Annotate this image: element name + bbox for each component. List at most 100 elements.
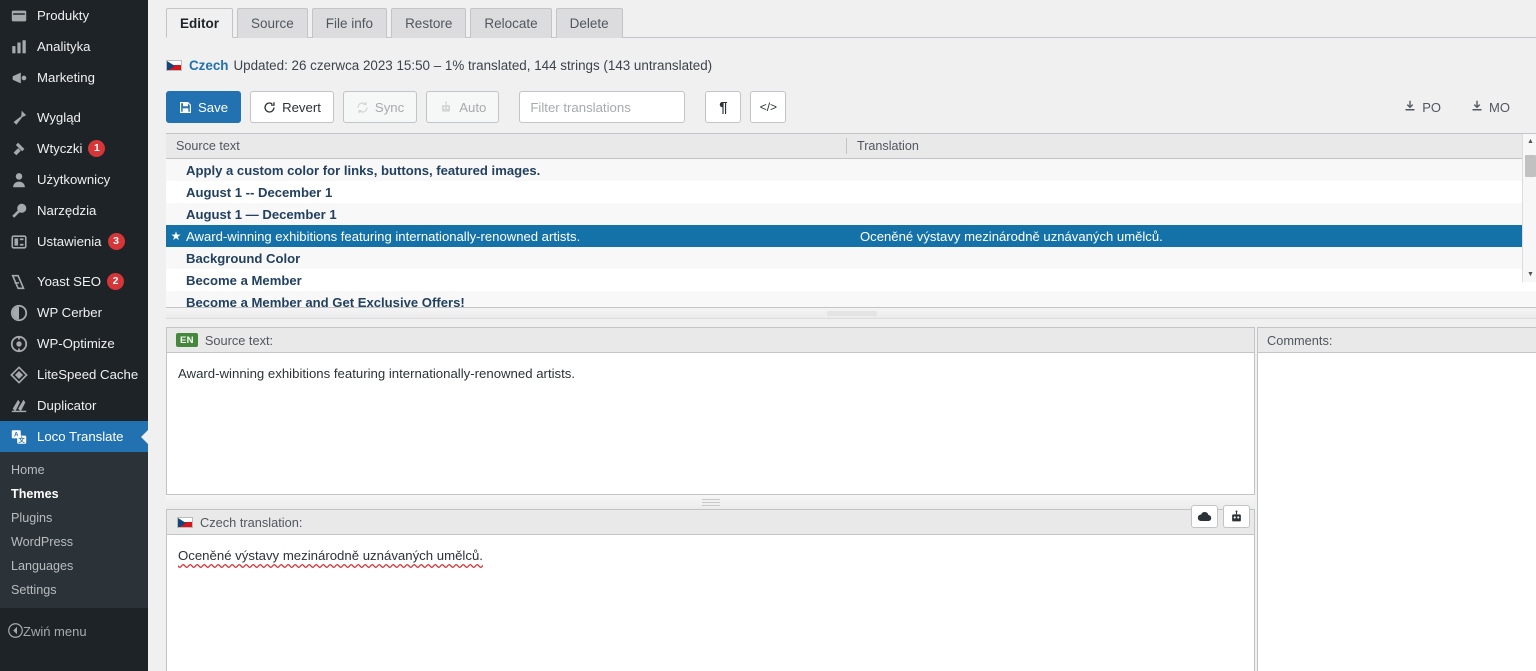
active-menu-arrow-icon [141,428,148,445]
robot-icon[interactable] [1223,505,1250,528]
revert-button[interactable]: Revert [250,91,334,123]
table-row[interactable]: Become a Member [166,269,1536,291]
sidebar-item-ustawienia[interactable]: Ustawienia 3 [0,226,148,257]
translation-panel-actions [1191,505,1250,528]
collapse-menu-button[interactable]: Zwiń menu [0,616,148,647]
revert-icon [263,101,276,114]
row-source-text: Apply a custom color for links, buttons,… [186,162,541,178]
auto-translate-button[interactable]: Auto [426,91,500,123]
loco-translate-submenu: Home Themes Plugins WordPress Languages Setti… [0,452,148,608]
panel-resize-handle[interactable] [166,495,1255,509]
row-source-text: August 1 -- December 1 [186,184,333,200]
tab-restore[interactable]: Restore [391,8,467,38]
language-link[interactable]: Czech [189,58,228,73]
sidebar-item-narz-dzia[interactable]: Narzędzia [0,195,148,226]
save-button[interactable]: Save [166,91,242,123]
resize-grip-icon [701,499,720,506]
sidebar-item-wp-optimize[interactable]: WP-Optimize [0,328,148,359]
tab-editor[interactable]: Editor [166,8,233,38]
table-row[interactable]: Background Color [166,247,1536,269]
table-row[interactable]: August 1 — December 1 [166,203,1536,225]
submenu-item-themes[interactable]: Themes [0,482,148,506]
tab-file-info[interactable]: File info [311,8,388,38]
tab-source[interactable]: Source [237,8,308,38]
sidebar-item-label: Wtyczki [37,141,83,156]
sidebar-item-produkty[interactable]: Produkty [0,0,148,31]
scrollbar-thumb[interactable] [1525,155,1536,177]
sidebar-item-label: Marketing [37,70,95,85]
sidebar-item-badge: 2 [107,273,125,290]
tab-relocate[interactable]: Relocate [470,8,552,38]
save-label: Save [198,99,229,115]
sync-label: Sync [374,99,405,115]
menu-separator [0,93,148,102]
table-row[interactable]: Become a Member and Get Exclusive Offers… [166,291,1536,307]
robot-icon [439,100,453,114]
translation-text-editor[interactable]: Oceněné výstavy mezinárodně uznávaných u… [166,534,1255,671]
scroll-up-icon[interactable]: ▲ [1523,134,1536,149]
sidebar-item-wtyczki[interactable]: Wtyczki 1 [0,133,148,164]
collapse-arrow-icon [8,622,23,641]
row-source-text: Become a Member and Get Exclusive Offers… [186,294,465,308]
submenu-item-plugins[interactable]: Plugins [0,506,148,530]
source-panel-title: Source text: [204,332,274,348]
sidebar-item-yoast-seo[interactable]: Yoast SEO 2 [0,266,148,297]
submenu-item-settings[interactable]: Settings [0,578,148,602]
table-row[interactable]: Apply a custom color for links, buttons,… [166,159,1536,181]
czech-flag-icon [166,59,182,71]
collapse-menu-label: Zwiń menu [23,624,87,639]
translation-panel: Czech translation: Oceněné výstavy mezin… [166,505,1255,671]
tab-delete[interactable]: Delete [555,8,623,38]
sidebar-item-badge: 1 [88,140,106,157]
row-source-text: Become a Member [186,272,302,288]
sidebar-item-litespeed-cache[interactable]: LiteSpeed Cache [0,359,148,390]
sidebar-item-label: Narzędzia [37,203,97,218]
row-translation-text: Oceněné výstavy mezinárodně uznávaných u… [860,228,1163,244]
comments-content[interactable] [1257,352,1536,671]
list-resize-handle[interactable] [166,308,1536,319]
star-icon[interactable]: ★ [166,230,186,242]
submenu-item-home[interactable]: Home [0,458,148,482]
download-group: PO MO [1374,100,1536,115]
cerber-icon [8,303,30,323]
source-panel-header: EN Source text: [166,327,1255,352]
file-status-line: Czech Updated: 26 czerwca 2023 15:50 – 1… [166,54,1536,76]
file-status-details: Updated: 26 czerwca 2023 15:50 – 1% tran… [233,57,713,73]
toggle-invisibles-button[interactable]: ¶ [705,91,742,123]
save-icon [179,101,192,114]
column-header-translation[interactable]: Translation [847,134,1536,158]
menu-separator [0,257,148,266]
submenu-item-languages[interactable]: Languages [0,554,148,578]
marketing-icon [8,68,30,88]
editor-left-column: EN Source text: Award-winning exhibition… [166,327,1255,671]
list-scrollbar[interactable]: ▲ ▼ [1522,134,1536,282]
sidebar-item-loco-translate[interactable]: A 文 Loco Translate [0,421,148,452]
cloud-icon[interactable] [1191,505,1218,528]
scroll-down-icon[interactable]: ▼ [1523,267,1536,282]
filter-translations-input[interactable] [519,91,686,123]
sidebar-item-wygl-d[interactable]: Wygląd [0,102,148,133]
sidebar-item-label: Duplicator [37,398,97,413]
sidebar-item-analityka[interactable]: Analityka [0,31,148,62]
yoast-icon [8,272,30,292]
table-row[interactable]: August 1 -- December 1 [166,181,1536,203]
code-icon: </> [759,100,778,114]
sidebar-item-u-ytkownicy[interactable]: Użytkownicy [0,164,148,195]
table-row[interactable]: ★ Award-winning exhibitions featuring int… [166,225,1536,247]
sidebar-item-duplicator[interactable]: Duplicator [0,390,148,421]
submenu-item-wordpress[interactable]: WordPress [0,530,148,554]
sidebar-item-label: Loco Translate [37,429,124,444]
revert-label: Revert [282,99,321,115]
download-po-button[interactable]: PO [1404,100,1441,115]
svg-text:文: 文 [19,435,26,444]
toggle-code-view-button[interactable]: </> [750,91,787,123]
sidebar-item-marketing[interactable]: Marketing [0,62,148,93]
sidebar-menu: Produkty Analityka Marketing Wygląd Wtyczki 1… [0,0,148,452]
editor-toolbar: Save Revert Sync Auto Filter translation… [166,90,1536,124]
sync-button[interactable]: Sync [342,91,418,123]
translation-panel-header: Czech translation: [166,505,1255,534]
analytics-icon [8,37,30,57]
sidebar-item-wp-cerber[interactable]: WP Cerber [0,297,148,328]
column-header-source[interactable]: Source text [166,134,846,158]
download-mo-button[interactable]: MO [1471,100,1510,115]
